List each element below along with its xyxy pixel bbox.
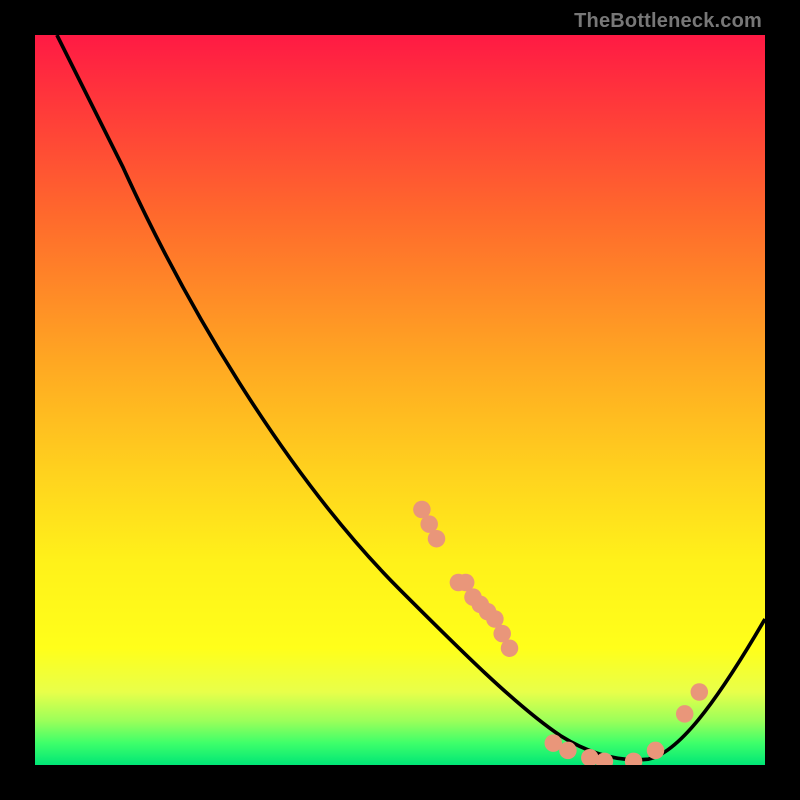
data-point [428,530,446,548]
chart-plot-area [35,35,765,765]
data-point [647,742,665,760]
data-points-layer [35,35,765,765]
data-point [676,705,694,723]
data-point [625,753,643,765]
data-point [596,753,614,765]
watermark-text: TheBottleneck.com [574,10,762,33]
chart-frame: TheBottleneck.com [0,0,800,800]
data-point [559,742,577,760]
data-point [501,639,519,657]
data-point [691,683,709,701]
